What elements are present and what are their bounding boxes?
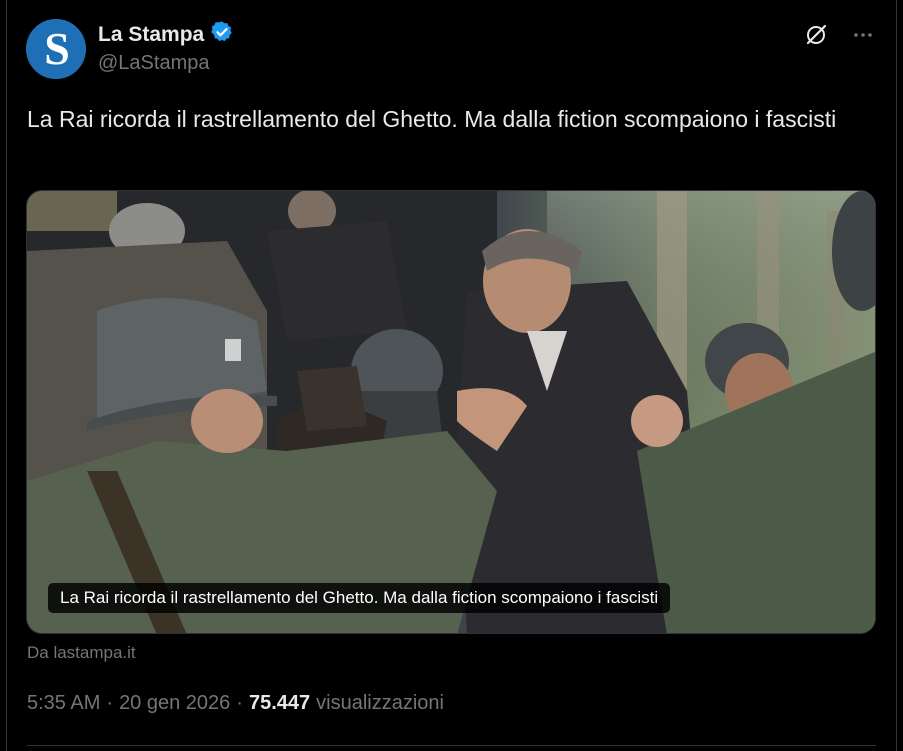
- author-handle[interactable]: @LaStampa: [98, 52, 209, 75]
- grok-icon[interactable]: [803, 22, 829, 53]
- link-card-image[interactable]: La Rai ricorda il rastrellamento del Ghe…: [26, 190, 876, 634]
- link-card-title[interactable]: La Rai ricorda il rastrellamento del Ghe…: [48, 583, 671, 613]
- tweet-header-actions: [803, 22, 875, 53]
- author-display-name[interactable]: La Stampa: [98, 23, 204, 47]
- photo-scene: [27, 191, 875, 633]
- link-card-source[interactable]: Da lastampa.it: [27, 643, 136, 663]
- meta-separator: ·: [236, 692, 243, 714]
- svg-text:S: S: [44, 23, 70, 74]
- tweet-text: La Rai ricorda il rastrellamento del Ghe…: [27, 106, 837, 132]
- more-options-icon[interactable]: [851, 23, 875, 52]
- views-label: visualizzazioni: [316, 692, 444, 714]
- author-name-row[interactable]: La Stampa: [98, 20, 234, 49]
- tweet-time[interactable]: 5:35 AM: [27, 692, 100, 715]
- tweet-meta: 5:35 AM · 20 gen 2026 · 75.447 visualizz…: [27, 692, 444, 715]
- avatar[interactable]: S: [26, 19, 86, 79]
- divider: [27, 745, 876, 746]
- verified-badge-icon: [210, 20, 234, 49]
- meta-separator: ·: [106, 692, 114, 714]
- views-count[interactable]: 75.447: [249, 692, 310, 715]
- lastampa-logo: S: [26, 19, 86, 79]
- tweet-date[interactable]: 20 gen 2026: [119, 692, 230, 715]
